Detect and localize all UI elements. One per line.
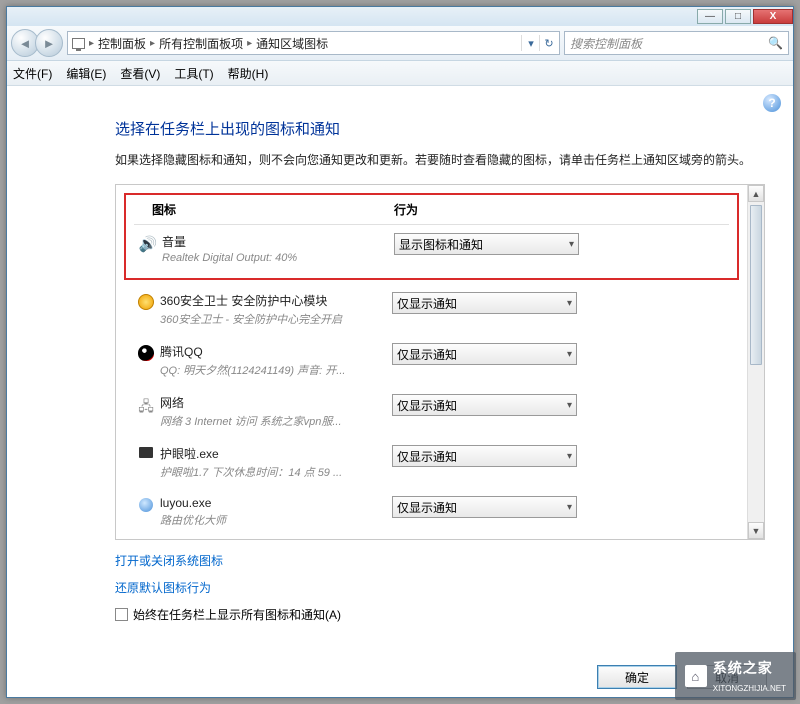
address-dropdown-icon[interactable]: ▾: [521, 35, 537, 51]
row-name: 护眼啦.exe: [160, 445, 392, 462]
menu-bar: 文件(F) 编辑(E) 查看(V) 工具(T) 帮助(H): [7, 61, 793, 86]
list-row: 360安全卫士 安全防护中心模块 360安全卫士 - 安全防护中心完全开启 仅显…: [132, 284, 731, 335]
row-subtitle: 360安全卫士 - 安全防护中心完全开启: [160, 311, 380, 327]
titlebar: — □ X: [7, 7, 793, 26]
help-icon[interactable]: ?: [763, 94, 781, 112]
watermark-icon: ⌂: [685, 665, 707, 687]
behavior-select[interactable]: 仅显示通知: [392, 394, 577, 416]
breadcrumb-sep-icon: ▸: [89, 38, 94, 49]
close-button[interactable]: X: [753, 9, 793, 24]
refresh-icon[interactable]: ↻: [539, 35, 555, 51]
navigation-bar: ◄ ► ▸ 控制面板 ▸ 所有控制面板项 ▸ 通知区域图标 ▾ ↻ 搜索控制面板…: [7, 26, 793, 61]
behavior-select[interactable]: 仅显示通知: [392, 496, 577, 518]
qq-icon: [138, 345, 154, 361]
luyou-icon: [139, 498, 153, 512]
list-row: 🔊 音量 Realtek Digital Output: 40% 显示图标和通知: [134, 225, 729, 272]
forward-button[interactable]: ►: [35, 29, 63, 57]
scroll-thumb[interactable]: [750, 205, 762, 365]
breadcrumb-sep-icon: ▸: [150, 38, 155, 49]
address-bar[interactable]: ▸ 控制面板 ▸ 所有控制面板项 ▸ 通知区域图标 ▾ ↻: [67, 31, 560, 55]
row-name: 腾讯QQ: [160, 343, 392, 360]
always-show-checkbox[interactable]: [115, 608, 128, 621]
search-placeholder: 搜索控制面板: [570, 35, 642, 52]
volume-icon: 🔊: [139, 235, 158, 253]
search-icon[interactable]: 🔍: [768, 36, 783, 50]
row-name: 360安全卫士 安全防护中心模块: [160, 292, 392, 309]
scroll-down-button[interactable]: ▼: [748, 522, 764, 539]
behavior-select[interactable]: 仅显示通知: [392, 292, 577, 314]
breadcrumb-seg[interactable]: 通知区域图标: [256, 35, 328, 52]
eyecare-icon: [139, 447, 153, 458]
always-show-row: 始终在任务栏上显示所有图标和通知(A): [115, 606, 765, 623]
col-action-header: 行为: [394, 201, 729, 218]
list-row: 腾讯QQ QQ: 明天夕然(1124241149) 声音: 开... 仅显示通知: [132, 335, 731, 386]
content-area: ? 选择在任务栏上出现的图标和通知 如果选择隐藏图标和通知，则不会向您通知更改和…: [7, 86, 793, 697]
behavior-select[interactable]: 仅显示通知: [392, 343, 577, 365]
icon-list-frame: 图标 行为 🔊 音量 Realtek Digital Output: 40% 显…: [115, 184, 765, 540]
breadcrumb-seg[interactable]: 控制面板: [98, 35, 146, 52]
breadcrumb-sep-icon: ▸: [247, 38, 252, 49]
behavior-select[interactable]: 显示图标和通知: [394, 233, 579, 255]
list-header: 图标 行为: [134, 201, 729, 225]
list-row: luyou.exe 路由优化大师 仅显示通知: [132, 488, 731, 536]
row-subtitle: 护眼啦1.7 下次休息时间：14 点 59 ...: [160, 464, 380, 480]
scrollbar[interactable]: ▲ ▼: [747, 185, 764, 539]
page-title: 选择在任务栏上出现的图标和通知: [115, 118, 765, 139]
ok-button[interactable]: 确定: [597, 665, 677, 689]
row-subtitle: QQ: 明天夕然(1124241149) 声音: 开...: [160, 362, 380, 378]
col-icon-header: 图标: [134, 201, 394, 218]
360-icon: [138, 294, 154, 310]
row-name: luyou.exe: [160, 496, 392, 510]
control-panel-window: — □ X ◄ ► ▸ 控制面板 ▸ 所有控制面板项 ▸ 通知区域图标 ▾ ↻ …: [6, 6, 794, 698]
menu-file[interactable]: 文件(F): [13, 65, 52, 82]
watermark-sub: XITONGZHIJIA.NET: [713, 684, 786, 693]
menu-edit[interactable]: 编辑(E): [66, 65, 106, 82]
always-show-label: 始终在任务栏上显示所有图标和通知(A): [133, 606, 341, 623]
network-icon: 🖧: [138, 396, 154, 420]
watermark-text: 系统之家: [713, 660, 773, 676]
menu-tools[interactable]: 工具(T): [174, 65, 213, 82]
breadcrumb-seg[interactable]: 所有控制面板项: [159, 35, 243, 52]
computer-icon: [72, 38, 85, 49]
highlighted-section: 图标 行为 🔊 音量 Realtek Digital Output: 40% 显…: [124, 193, 739, 280]
list-row: 护眼啦.exe 护眼啦1.7 下次休息时间：14 点 59 ... 仅显示通知: [132, 437, 731, 488]
link-restore-defaults[interactable]: 还原默认图标行为: [115, 579, 765, 596]
nav-buttons: ◄ ►: [11, 29, 63, 57]
menu-view[interactable]: 查看(V): [120, 65, 160, 82]
row-subtitle: 路由优化大师: [160, 512, 380, 528]
behavior-select[interactable]: 仅显示通知: [392, 445, 577, 467]
watermark: ⌂ 系统之家 XITONGZHIJIA.NET: [675, 652, 796, 700]
maximize-button[interactable]: □: [725, 9, 751, 24]
row-subtitle: Realtek Digital Output: 40%: [162, 252, 382, 264]
minimize-button[interactable]: —: [697, 9, 723, 24]
links-section: 打开或关闭系统图标 还原默认图标行为: [115, 552, 765, 596]
list-row: ▪ Dszmonitor.exe: [132, 536, 731, 539]
row-name: 网络: [160, 394, 392, 411]
icon-list: 图标 行为 🔊 音量 Realtek Digital Output: 40% 显…: [116, 185, 747, 539]
row-subtitle: 网络 3 Internet 访问 系统之家vpn服...: [160, 413, 380, 429]
link-system-icons[interactable]: 打开或关闭系统图标: [115, 552, 765, 569]
scroll-up-button[interactable]: ▲: [748, 185, 764, 202]
list-row: 🖧 网络 网络 3 Internet 访问 系统之家vpn服... 仅显示通知: [132, 386, 731, 437]
menu-help[interactable]: 帮助(H): [228, 65, 269, 82]
search-input[interactable]: 搜索控制面板 🔍: [564, 31, 789, 55]
row-name: 音量: [162, 233, 394, 250]
page-description: 如果选择隐藏图标和通知，则不会向您通知更改和更新。若要随时查看隐藏的图标，请单击…: [115, 151, 765, 170]
